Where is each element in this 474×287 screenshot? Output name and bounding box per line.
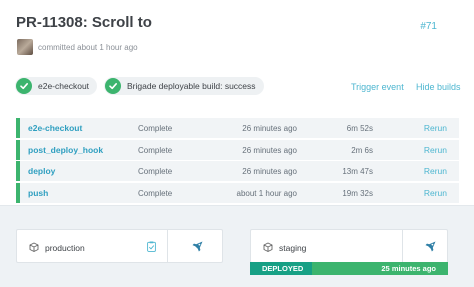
trigger-event-link[interactable]: Trigger event bbox=[351, 82, 404, 92]
check-circle-icon bbox=[16, 78, 32, 94]
check-label: Brigade deployable build: success bbox=[127, 81, 256, 91]
job-name-link[interactable]: deploy bbox=[28, 166, 55, 176]
jobs-list: e2e-checkout Complete 26 minutes ago 6m … bbox=[16, 118, 459, 204]
check-label: e2e-checkout bbox=[38, 81, 90, 91]
job-time: 26 minutes ago bbox=[242, 124, 297, 133]
clipboard-icon[interactable] bbox=[147, 241, 156, 252]
job-row: post_deploy_hook Complete 26 minutes ago… bbox=[16, 139, 459, 160]
job-name-link[interactable]: push bbox=[28, 188, 48, 198]
job-duration: 13m 47s bbox=[342, 167, 373, 176]
rerun-button[interactable]: Rerun bbox=[424, 188, 447, 198]
environment-staging: staging bbox=[250, 229, 448, 263]
deploy-time: 25 minutes ago bbox=[381, 264, 436, 273]
job-row: deploy Complete 26 minutes ago 13m 47s R… bbox=[16, 161, 459, 181]
commit-author: committed about 1 hour ago bbox=[17, 39, 138, 55]
job-name-link[interactable]: post_deploy_hook bbox=[28, 145, 103, 155]
job-duration: 2m 6s bbox=[351, 145, 373, 155]
rerun-button[interactable]: Rerun bbox=[424, 123, 447, 133]
environment-production: production bbox=[16, 229, 223, 263]
job-name-link[interactable]: e2e-checkout bbox=[28, 123, 82, 133]
divider bbox=[167, 230, 168, 262]
job-time: 26 minutes ago bbox=[242, 145, 297, 155]
job-duration: 19m 32s bbox=[342, 188, 373, 198]
job-status: Complete bbox=[138, 167, 173, 176]
job-status: Complete bbox=[138, 145, 173, 155]
avatar bbox=[17, 39, 33, 55]
environment-name: production bbox=[45, 243, 85, 253]
job-status: Complete bbox=[138, 124, 173, 133]
build-card: PR-11308: Scroll to #71 committed about … bbox=[0, 0, 474, 205]
deploy-status-bar: DEPLOYED 25 minutes ago bbox=[250, 262, 448, 275]
rocket-icon[interactable] bbox=[192, 241, 203, 252]
divider bbox=[402, 230, 403, 262]
page-title: PR-11308: Scroll to bbox=[16, 14, 152, 31]
job-row: push Complete about 1 hour ago 19m 32s R… bbox=[16, 182, 459, 203]
commit-time: committed about 1 hour ago bbox=[38, 42, 138, 52]
deploy-status-badge: DEPLOYED bbox=[250, 262, 312, 275]
hide-builds-link[interactable]: Hide builds bbox=[416, 82, 461, 92]
pr-number-link[interactable]: #71 bbox=[420, 21, 437, 32]
rerun-button[interactable]: Rerun bbox=[424, 145, 447, 155]
job-duration: 6m 52s bbox=[346, 124, 373, 133]
check-pill-e2e-checkout: e2e-checkout bbox=[15, 77, 98, 95]
job-status: Complete bbox=[138, 188, 173, 198]
job-row: e2e-checkout Complete 26 minutes ago 6m … bbox=[16, 118, 459, 138]
job-time: 26 minutes ago bbox=[242, 167, 297, 176]
package-icon bbox=[29, 242, 39, 252]
environment-name: staging bbox=[279, 243, 307, 253]
check-pill-deployable-build: Brigade deployable build: success bbox=[104, 77, 264, 95]
job-time: about 1 hour ago bbox=[236, 188, 298, 198]
check-circle-icon bbox=[105, 78, 121, 94]
rerun-button[interactable]: Rerun bbox=[424, 166, 447, 176]
rocket-icon[interactable] bbox=[425, 241, 436, 252]
package-icon bbox=[263, 242, 273, 252]
